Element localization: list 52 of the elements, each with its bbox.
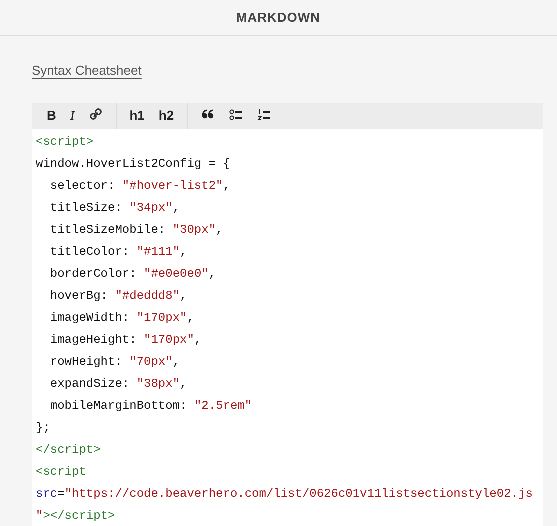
code-string: " [36,509,44,523]
code-text: selector: [49,179,116,193]
code-string: "https://code.beaverhero.com/list/0626c01v11listsectionstyle02.js [64,487,533,501]
code-string: "30px" [172,223,216,237]
numbered-list-icon [257,108,272,122]
heading-button[interactable]: h2 [152,103,182,129]
code-text: titleColor: [49,245,131,259]
code-text: window.HoverList2Config = { [36,157,230,171]
link-icon [88,108,103,122]
code-text: titleSize: [49,201,124,215]
code-text: , [180,245,188,259]
code-string: "#111" [136,245,180,259]
code-tag: </script> [36,443,101,457]
code-text: mobileMarginBottom: [49,399,188,413]
code-text: , [223,179,230,193]
code-text: , [216,223,224,237]
code-text: borderColor: [49,267,138,281]
code-tag: <script [36,465,86,479]
code-text: , [180,377,188,391]
code-string: "2.5rem" [194,399,252,413]
italic-button[interactable]: I [63,103,82,129]
code-attribute: src [36,487,58,501]
code-editor[interactable] [32,129,543,526]
bold-button[interactable]: B [40,103,64,129]
heading-button[interactable]: h1 [122,103,152,129]
code-text: , [194,333,202,347]
code-string: "70px" [130,355,173,369]
code-text: , [187,311,194,325]
code-string: "38px" [136,377,180,391]
code-string: "170px" [136,311,188,325]
code-text: , [208,267,216,281]
code-tag: ></script> [43,509,116,523]
code-tag: <script> [36,135,94,149]
code-text: = [58,487,65,501]
code-text: }; [36,421,50,435]
bulleted-list-icon [229,108,244,122]
code-text: hoverBg: [49,289,110,303]
code-text: titleSizeMobile: [49,223,167,237]
panel-title: MARKDOWN [236,8,321,27]
code-string: "34px" [130,201,173,215]
code-text: rowHeight: [49,355,124,369]
code-string: "#deddd8" [115,289,180,303]
code-string: "#hover-list2" [122,179,224,193]
code-text: expandSize: [49,377,131,391]
code-text: , [172,355,180,369]
code-string: "170px" [144,333,194,347]
code-text: , [172,201,180,215]
code-string: "#e0e0e0" [144,267,209,281]
code-text: , [180,289,188,303]
code-text: imageWidth: [49,311,131,325]
code-text: imageHeight: [49,333,138,347]
cheatsheet-link[interactable]: Syntax Cheatsheet [32,63,142,78]
